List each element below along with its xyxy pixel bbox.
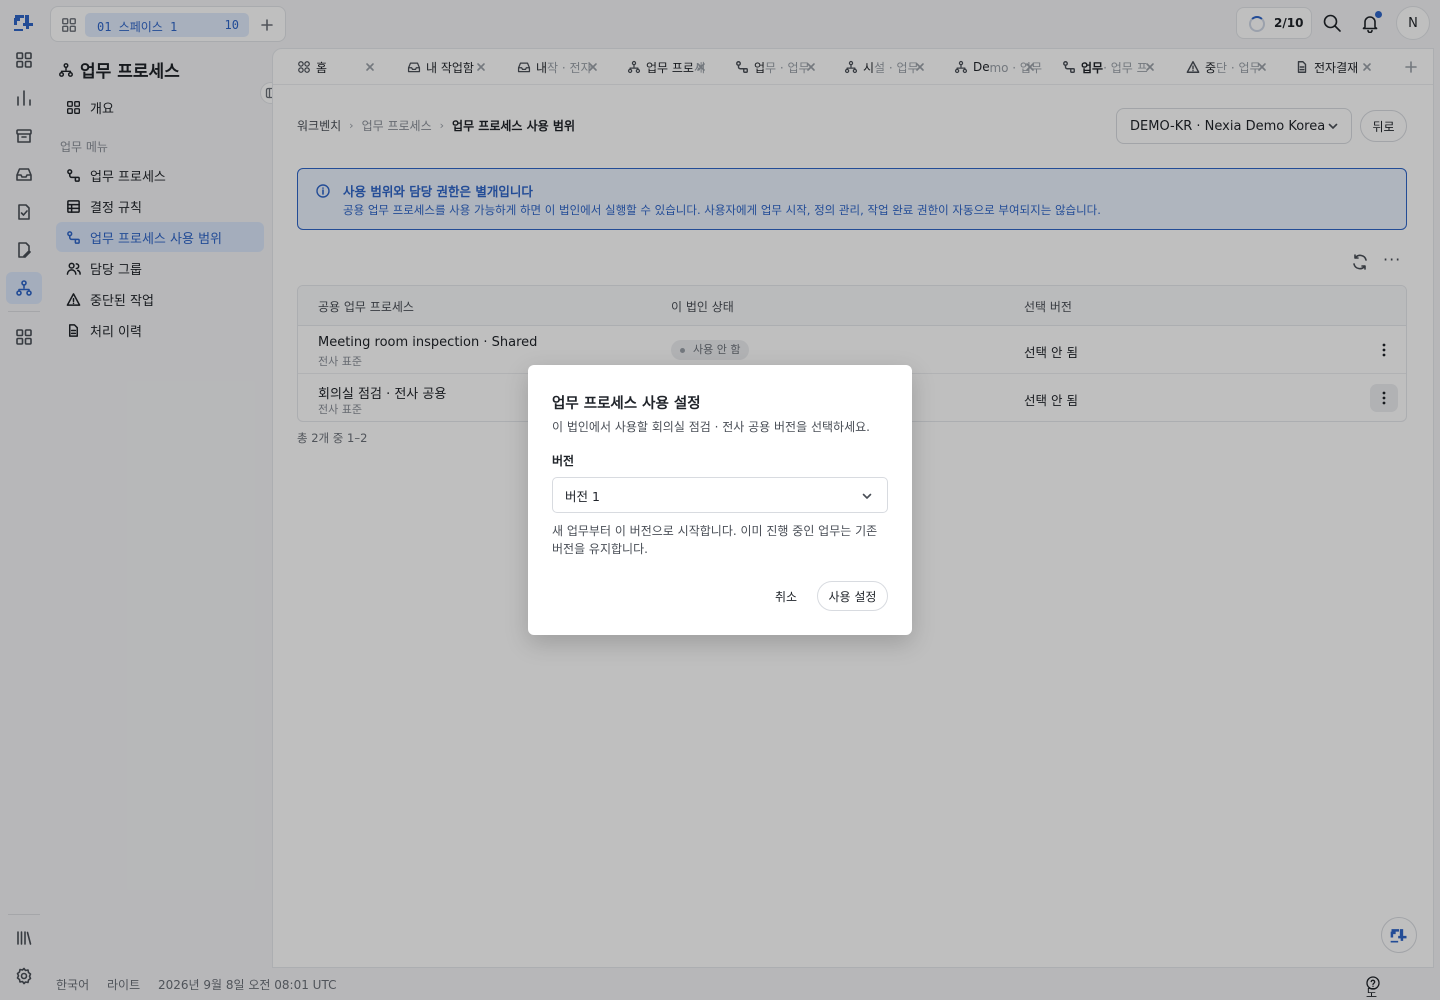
version-field-label: 버전: [552, 454, 575, 468]
dialog-description: 이 법인에서 사용할 회의실 점검 · 전사 공용 버전을 선택하세요.: [552, 420, 870, 434]
enable-process-dialog: 업무 프로세스 사용 설정 이 법인에서 사용할 회의실 점검 · 전사 공용 …: [528, 365, 912, 635]
version-select[interactable]: 버전 1: [552, 477, 888, 513]
version-select-value: 버전 1: [565, 488, 600, 504]
enable-button[interactable]: 사용 설정: [817, 581, 888, 611]
cancel-button[interactable]: 취소: [764, 581, 808, 611]
chevron-down-icon: [862, 493, 872, 499]
dialog-title: 업무 프로세스 사용 설정: [552, 396, 701, 412]
version-hint: 새 업무부터 이 버전으로 시작합니다. 이미 진행 중인 업무는 기존 버전을…: [552, 524, 878, 556]
